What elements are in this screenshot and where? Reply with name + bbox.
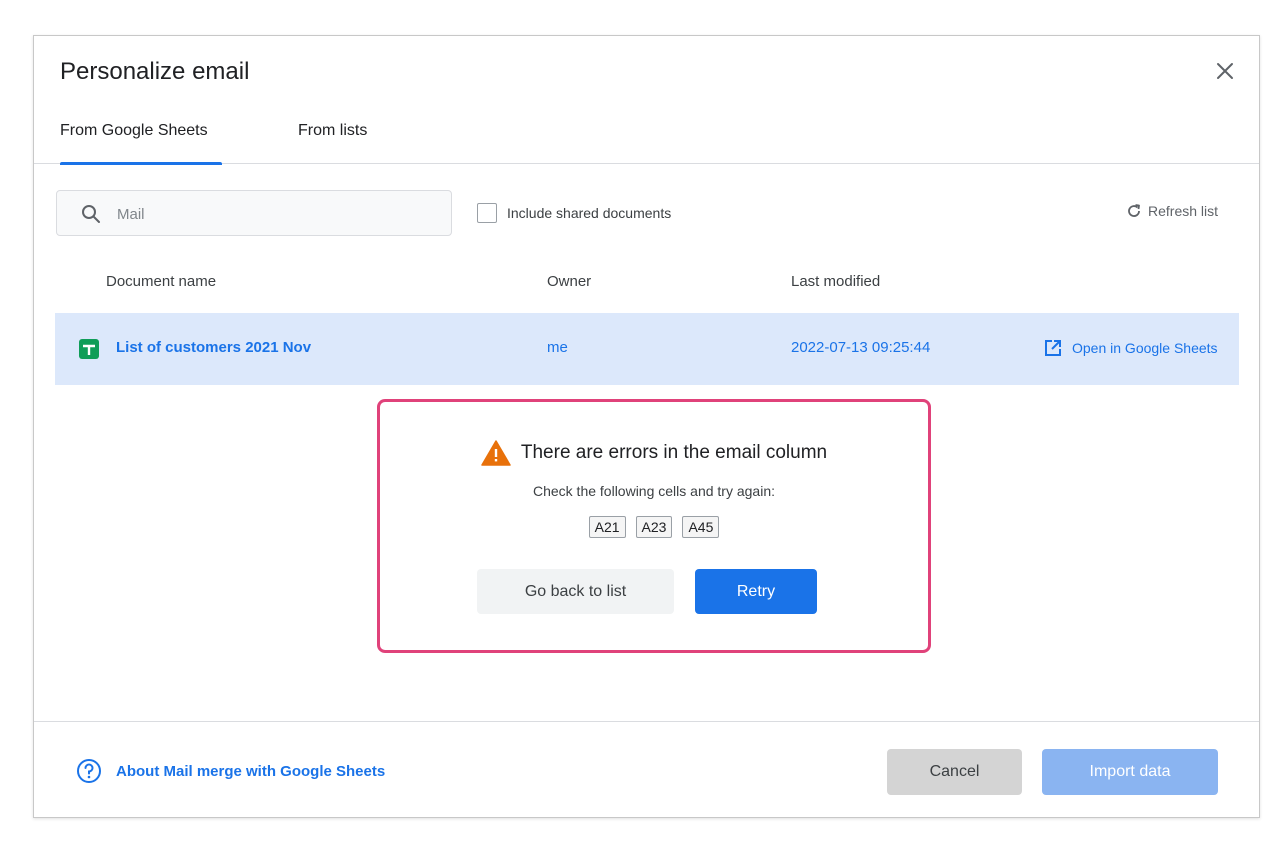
warning-icon <box>481 440 511 466</box>
error-cell-chip: A23 <box>635 516 673 538</box>
include-shared-documents[interactable]: Include shared documents <box>477 203 671 223</box>
dialog-footer: About Mail merge with Google Sheets Canc… <box>34 721 1259 819</box>
search-input[interactable] <box>117 203 417 225</box>
email-column-error-panel: There are errors in the email column Che… <box>377 399 931 653</box>
search-box <box>56 190 452 236</box>
tab-label: From lists <box>298 122 368 139</box>
open-in-google-sheets-link[interactable]: Open in Google Sheets <box>1044 339 1218 357</box>
table-row[interactable]: List of customers 2021 Nov me 2022-07-13… <box>55 313 1239 385</box>
column-header-document-name: Document name <box>106 273 217 290</box>
tab-from-google-sheets[interactable]: From Google Sheets <box>60 120 222 165</box>
active-tab-indicator <box>60 162 222 165</box>
open-external-icon <box>1045 340 1061 356</box>
import-data-button[interactable]: Import data <box>1042 749 1218 795</box>
open-in-google-sheets-label: Open in Google Sheets <box>1072 340 1218 356</box>
error-cell-chip: A45 <box>682 516 720 538</box>
column-header-last-modified: Last modified <box>791 273 881 290</box>
document-last-modified: 2022-07-13 09:25:44 <box>791 339 931 356</box>
error-title: There are errors in the email column <box>380 440 928 466</box>
close-icon[interactable] <box>1212 58 1238 84</box>
refresh-list-button[interactable]: Refresh list <box>1126 203 1218 219</box>
error-subtitle: Check the following cells and try again: <box>532 483 776 499</box>
go-back-to-list-button[interactable]: Go back to list <box>477 569 674 614</box>
refresh-icon <box>1128 204 1140 217</box>
document-name[interactable]: List of customers 2021 Nov <box>116 339 311 356</box>
personalize-email-dialog: Personalize email From Google Sheets Fro… <box>33 35 1260 818</box>
include-shared-checkbox[interactable] <box>477 203 497 223</box>
help-icon <box>77 759 101 783</box>
document-owner: me <box>547 339 568 356</box>
error-cell-chip: A21 <box>588 516 626 538</box>
search-icon <box>81 204 101 229</box>
error-title-text: There are errors in the email column <box>520 442 828 463</box>
tab-label: From Google Sheets <box>60 122 208 139</box>
google-sheets-icon <box>79 339 99 364</box>
error-cells: A21 A23 A45 <box>380 516 928 538</box>
dialog-title: Personalize email <box>60 58 250 85</box>
about-mail-merge-label: About Mail merge with Google Sheets <box>116 762 386 780</box>
refresh-list-label: Refresh list <box>1148 203 1219 219</box>
cancel-button[interactable]: Cancel <box>887 749 1022 795</box>
column-header-owner: Owner <box>547 273 592 290</box>
tab-from-lists[interactable]: From lists <box>298 120 367 164</box>
tab-bar: From Google Sheets From lists <box>34 120 1259 165</box>
about-mail-merge-link[interactable]: About Mail merge with Google Sheets <box>76 758 385 784</box>
include-shared-label: Include shared documents <box>507 205 672 221</box>
retry-button[interactable]: Retry <box>695 569 817 614</box>
